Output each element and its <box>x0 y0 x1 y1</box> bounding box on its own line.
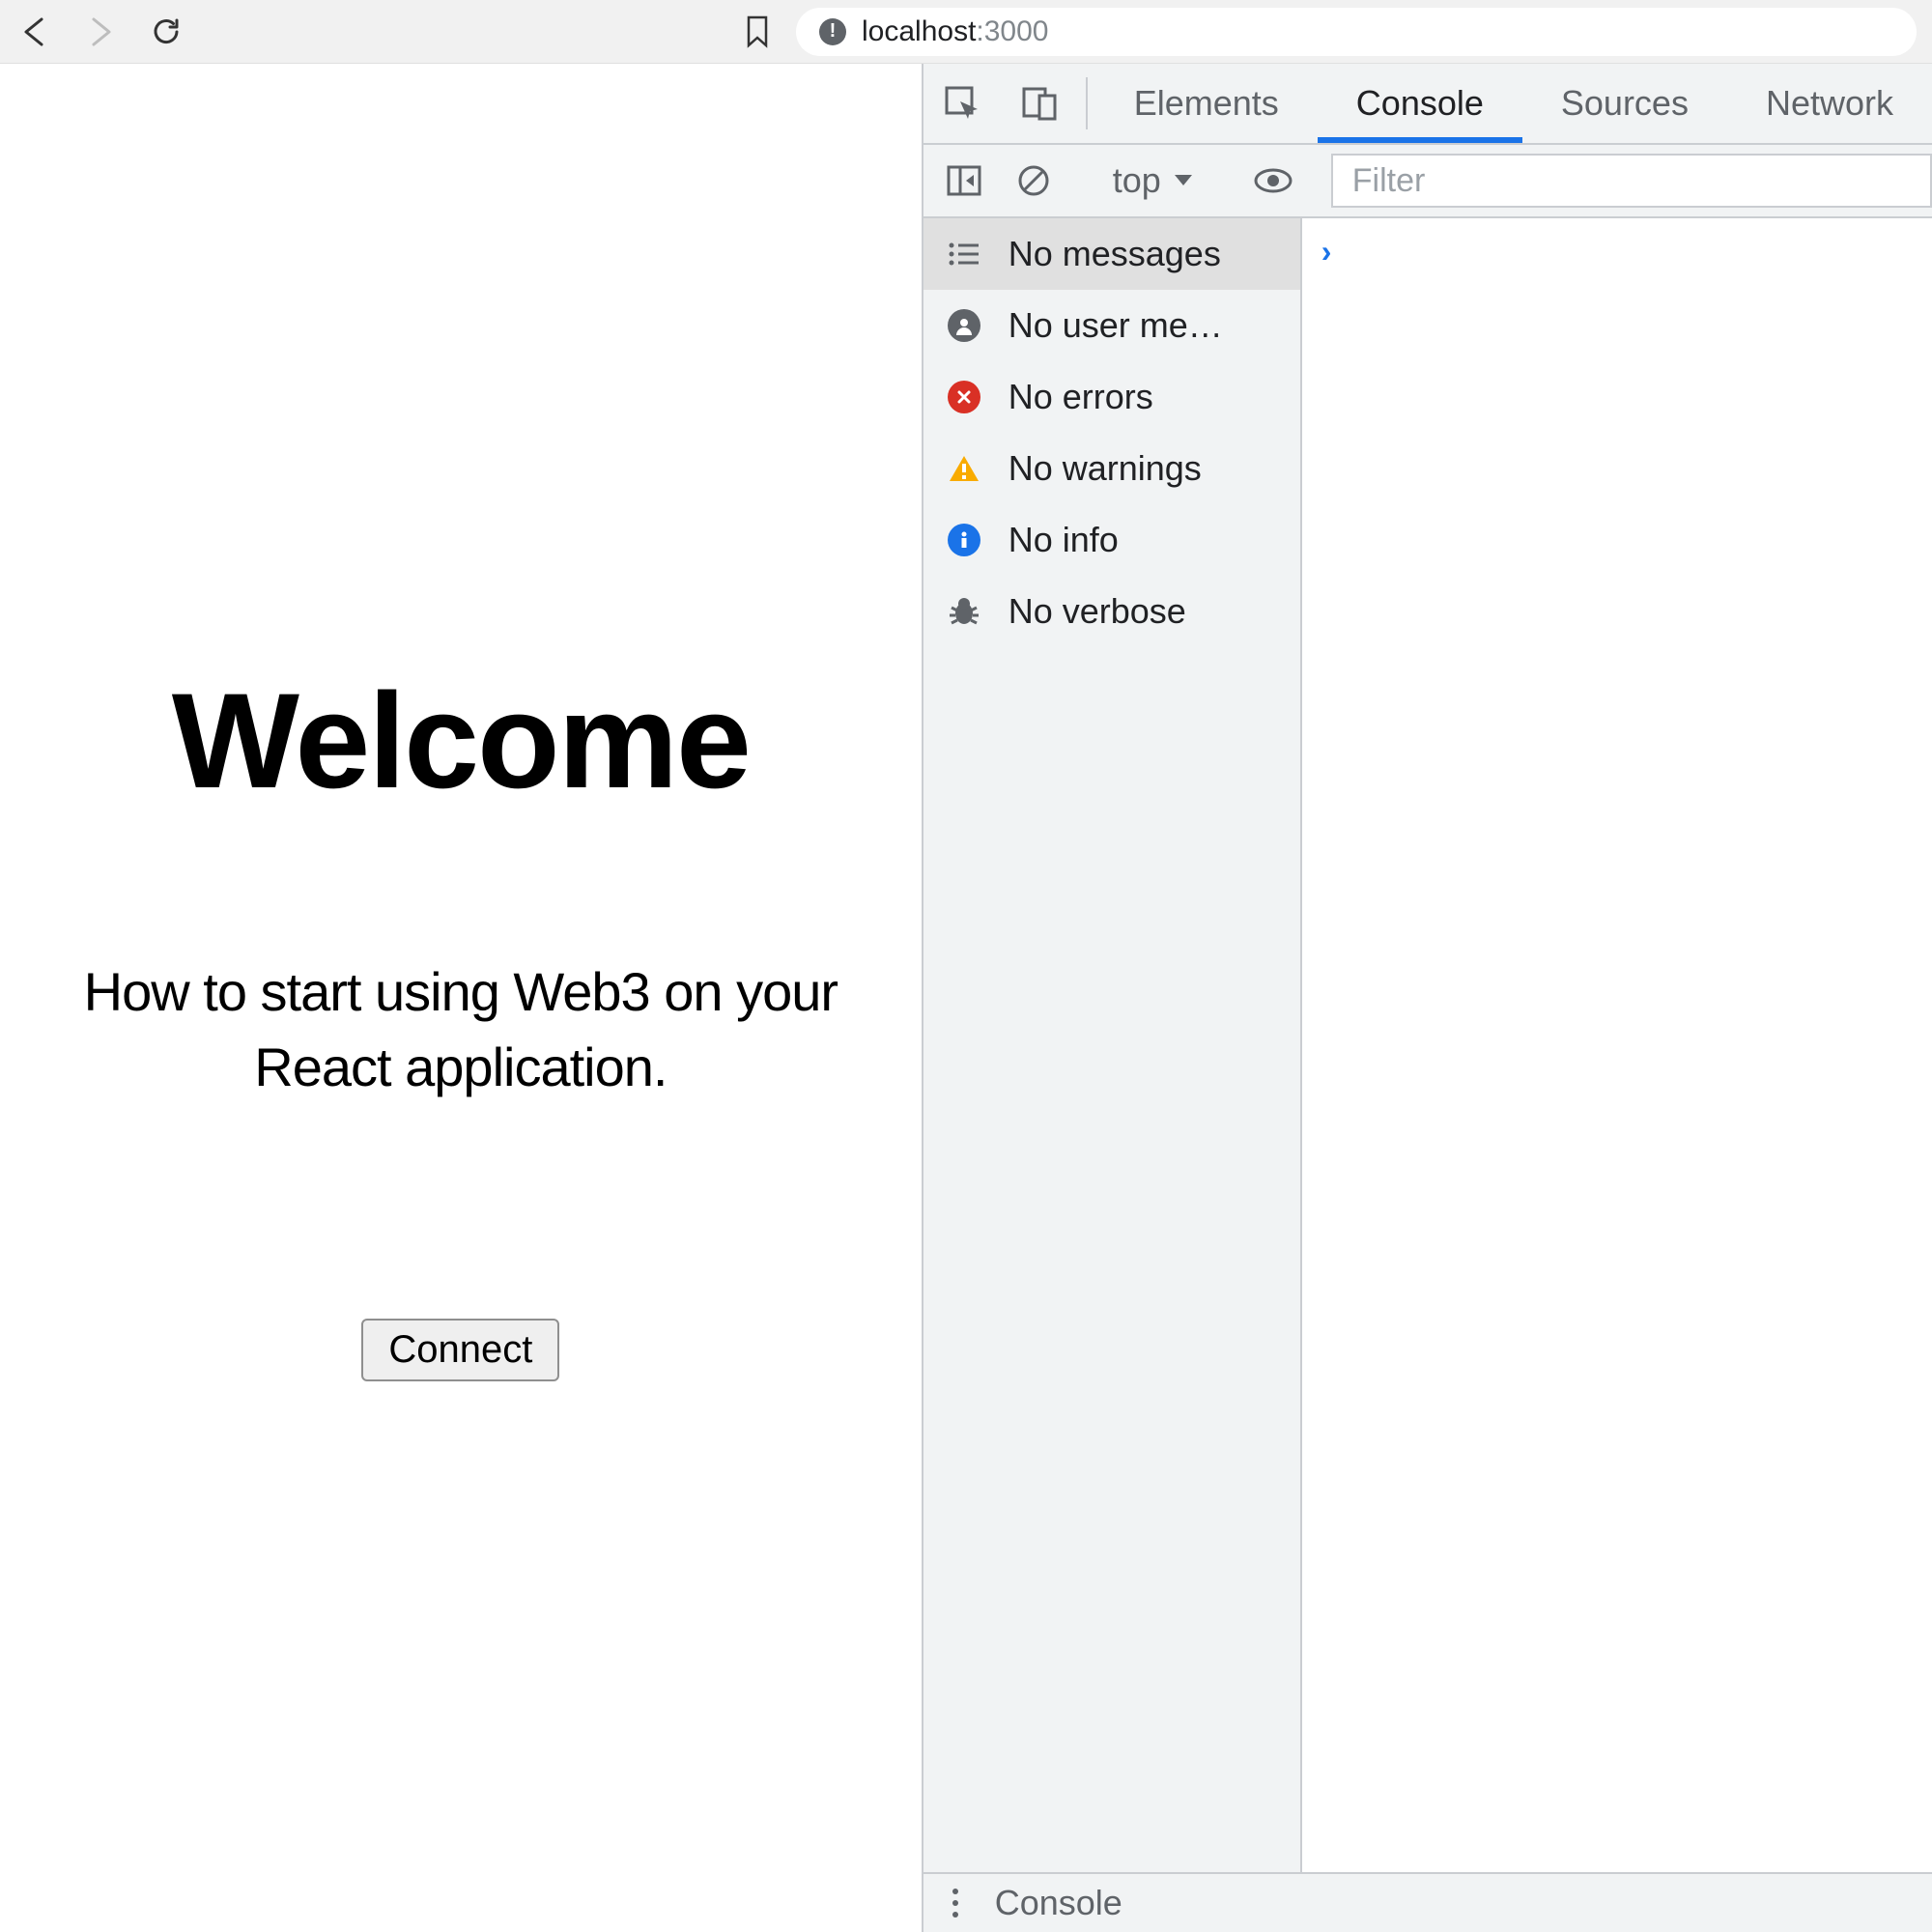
connect-button[interactable]: Connect <box>361 1319 559 1381</box>
url-path: :3000 <box>976 15 1048 47</box>
sidebar-item-user-messages[interactable]: No user me… <box>923 290 1300 361</box>
clear-console-icon[interactable] <box>1003 154 1065 208</box>
error-icon <box>947 380 981 414</box>
info-icon <box>947 523 981 557</box>
sidebar-item-label: No errors <box>1009 377 1153 417</box>
toggle-device-icon[interactable] <box>1001 64 1078 143</box>
drawer-tab-console[interactable]: Console <box>995 1883 1122 1923</box>
devtools-drawer[interactable]: Console <box>923 1872 1932 1932</box>
page-title: Welcome <box>58 663 864 819</box>
user-icon <box>947 308 981 343</box>
reload-button[interactable] <box>147 13 185 51</box>
bug-icon <box>947 594 981 629</box>
tab-sources[interactable]: Sources <box>1522 64 1727 143</box>
sidebar-item-label: No info <box>1009 520 1119 560</box>
inspect-element-icon[interactable] <box>923 64 1001 143</box>
sidebar-item-errors[interactable]: No errors <box>923 361 1300 433</box>
list-icon <box>947 237 981 271</box>
forward-button[interactable] <box>81 13 120 51</box>
sidebar-item-label: No user me… <box>1009 305 1223 346</box>
page-viewport: Welcome How to start using Web3 on your … <box>0 64 922 1932</box>
warning-icon <box>947 451 981 486</box>
tab-console[interactable]: Console <box>1318 64 1522 143</box>
site-info-icon[interactable]: ! <box>819 18 846 45</box>
sidebar-item-label: No verbose <box>1009 591 1186 632</box>
console-toolbar: top <box>923 145 1932 218</box>
url-host: localhost <box>862 15 976 47</box>
sidebar-item-verbose[interactable]: No verbose <box>923 576 1300 647</box>
chevron-down-icon <box>1173 173 1194 188</box>
tab-network[interactable]: Network <box>1727 64 1932 143</box>
devtools-tabs: Elements Console Sources Network <box>923 64 1932 145</box>
address-bar[interactable]: ! localhost:3000 <box>796 8 1917 56</box>
sidebar-item-label: No messages <box>1009 234 1221 274</box>
sidebar-item-messages[interactable]: No messages <box>923 218 1300 290</box>
kebab-icon[interactable] <box>951 1887 960 1919</box>
context-selector[interactable]: top <box>1097 160 1209 201</box>
back-button[interactable] <box>15 13 54 51</box>
browser-toolbar: ! localhost:3000 <box>0 0 1932 64</box>
sidebar-item-info[interactable]: No info <box>923 504 1300 576</box>
divider <box>1086 77 1088 129</box>
tab-elements[interactable]: Elements <box>1095 64 1318 143</box>
context-label: top <box>1113 160 1161 201</box>
page-subtitle: How to start using Web3 on your React ap… <box>58 954 864 1106</box>
sidebar-item-label: No warnings <box>1009 448 1202 489</box>
console-output[interactable]: › <box>1302 218 1932 1872</box>
prompt-caret-icon: › <box>1321 234 1332 269</box>
filter-input[interactable] <box>1352 162 1911 200</box>
console-sidebar: No messages No user me… <box>923 218 1302 1872</box>
filter-input-wrap <box>1331 154 1932 208</box>
devtools-panel: Elements Console Sources Network top <box>922 64 1932 1932</box>
live-expression-icon[interactable] <box>1242 154 1304 208</box>
toggle-sidebar-icon[interactable] <box>933 154 995 208</box>
bookmark-button[interactable] <box>738 13 777 51</box>
sidebar-item-warnings[interactable]: No warnings <box>923 433 1300 504</box>
